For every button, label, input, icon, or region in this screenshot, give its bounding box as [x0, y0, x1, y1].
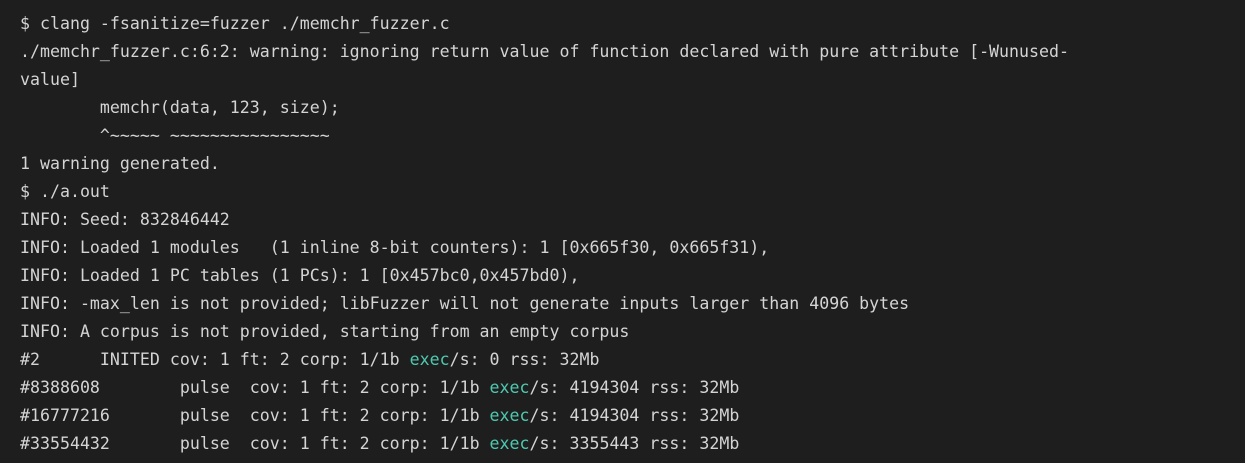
line-text: $ clang -fsanitize=fuzzer ./memchr_fuzze…	[20, 14, 450, 33]
line-text: 1 warning generated.	[20, 154, 220, 173]
line-text-tail: /s: 4194304 rss: 32Mb	[529, 406, 740, 425]
exec-keyword: exec	[489, 434, 530, 453]
terminal-line-warning: ./memchr_fuzzer.c:6:2: warning: ignoring…	[20, 38, 1245, 66]
terminal-line-info-modules: INFO: Loaded 1 modules (1 inline 8-bit c…	[20, 234, 1245, 262]
line-text: #2 INITED cov: 1 ft: 2 corp: 1/1b	[20, 350, 410, 369]
terminal-line-warning-cont: value]	[20, 66, 1245, 94]
line-text: INFO: Loaded 1 modules (1 inline 8-bit c…	[20, 238, 770, 257]
terminal-line-status-pulse-1: #8388608 pulse cov: 1 ft: 2 corp: 1/1b e…	[20, 374, 1245, 402]
terminal-line-info-corpus: INFO: A corpus is not provided, starting…	[20, 318, 1245, 346]
line-text-tail: /s: 0 rss: 32Mb	[449, 350, 600, 369]
line-text: value]	[20, 70, 80, 89]
exec-keyword: exec	[409, 350, 450, 369]
terminal-line-info-pc-tables: INFO: Loaded 1 PC tables (1 PCs): 1 [0x4…	[20, 262, 1245, 290]
line-text: #16777216 pulse cov: 1 ft: 2 corp: 1/1b	[20, 406, 490, 425]
line-text: #33554432 pulse cov: 1 ft: 2 corp: 1/1b	[20, 434, 490, 453]
terminal-line-info-max-len: INFO: -max_len is not provided; libFuzze…	[20, 290, 1245, 318]
line-text: ./memchr_fuzzer.c:6:2: warning: ignoring…	[20, 42, 1069, 61]
terminal-line-status-pulse-2: #16777216 pulse cov: 1 ft: 2 corp: 1/1b …	[20, 402, 1245, 430]
terminal-output[interactable]: $ clang -fsanitize=fuzzer ./memchr_fuzze…	[0, 0, 1245, 463]
terminal-line-warning-count: 1 warning generated.	[20, 150, 1245, 178]
terminal-line-command-clang: $ clang -fsanitize=fuzzer ./memchr_fuzze…	[20, 10, 1245, 38]
line-text: INFO: A corpus is not provided, starting…	[20, 322, 630, 341]
exec-keyword: exec	[489, 378, 530, 397]
terminal-line-info-seed: INFO: Seed: 832846442	[20, 206, 1245, 234]
line-text-tail: /s: 4194304 rss: 32Mb	[529, 378, 740, 397]
terminal-line-status-inited: #2 INITED cov: 1 ft: 2 corp: 1/1b exec/s…	[20, 346, 1245, 374]
exec-keyword: exec	[489, 406, 530, 425]
terminal-line-status-pulse-3: #33554432 pulse cov: 1 ft: 2 corp: 1/1b …	[20, 430, 1245, 458]
terminal-line-caret: ^~~~~~ ~~~~~~~~~~~~~~~~	[20, 122, 1245, 150]
terminal-line-source: memchr(data, 123, size);	[20, 94, 1245, 122]
line-text: $ ./a.out	[20, 182, 110, 201]
line-text: INFO: -max_len is not provided; libFuzze…	[20, 294, 910, 313]
terminal-line-command-run: $ ./a.out	[20, 178, 1245, 206]
line-text: ^~~~~~ ~~~~~~~~~~~~~~~~	[20, 126, 330, 145]
line-text: INFO: Loaded 1 PC tables (1 PCs): 1 [0x4…	[20, 266, 580, 285]
line-text-tail: /s: 3355443 rss: 32Mb	[529, 434, 740, 453]
line-text: memchr(data, 123, size);	[20, 98, 340, 117]
line-text: #8388608 pulse cov: 1 ft: 2 corp: 1/1b	[20, 378, 490, 397]
line-text: INFO: Seed: 832846442	[20, 210, 230, 229]
